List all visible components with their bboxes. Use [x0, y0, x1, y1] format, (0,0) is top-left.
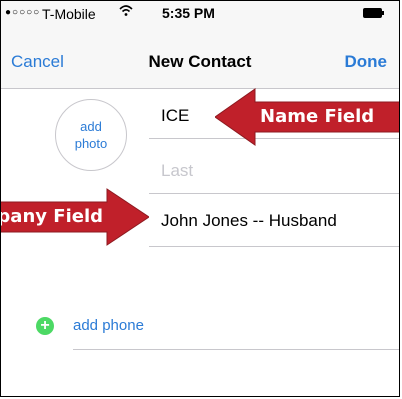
nav-bar: Cancel New Contact Done	[1, 27, 399, 89]
battery-icon	[363, 8, 384, 18]
add-photo-label-line1: add	[80, 119, 102, 134]
company-separator	[149, 246, 399, 247]
company-field-callout-clip: Company Field	[0, 202, 107, 232]
signal-strength-icon: ●○○○○	[5, 7, 41, 18]
add-photo-button[interactable]: add photo	[55, 99, 127, 171]
phone-screen: ●○○○○ T-Mobile 5:35 PM Cancel New Contac…	[0, 0, 400, 397]
wifi-icon	[119, 5, 133, 16]
plus-icon[interactable]: +	[36, 317, 54, 335]
name-field-callout-label: Name Field	[260, 106, 375, 127]
status-bar: ●○○○○ T-Mobile 5:35 PM	[1, 1, 399, 27]
status-time: 5:35 PM	[162, 5, 215, 21]
company-field-callout-label: Company Field	[0, 206, 103, 227]
last-name-separator	[149, 193, 399, 194]
phone-separator	[73, 349, 399, 350]
add-photo-label-line2: photo	[74, 136, 108, 151]
page-title: New Contact	[148, 52, 252, 71]
done-button[interactable]: Done	[345, 52, 388, 72]
name-field-callout: Name Field	[215, 87, 399, 147]
carrier-name: T-Mobile	[42, 6, 96, 22]
add-phone-button[interactable]: add phone	[73, 317, 144, 334]
company-field[interactable]: John Jones -- Husband	[161, 211, 337, 231]
first-name-field[interactable]: ICE	[161, 106, 189, 126]
last-name-field[interactable]: Last	[161, 161, 193, 181]
company-field-callout: Company Field	[0, 187, 149, 247]
